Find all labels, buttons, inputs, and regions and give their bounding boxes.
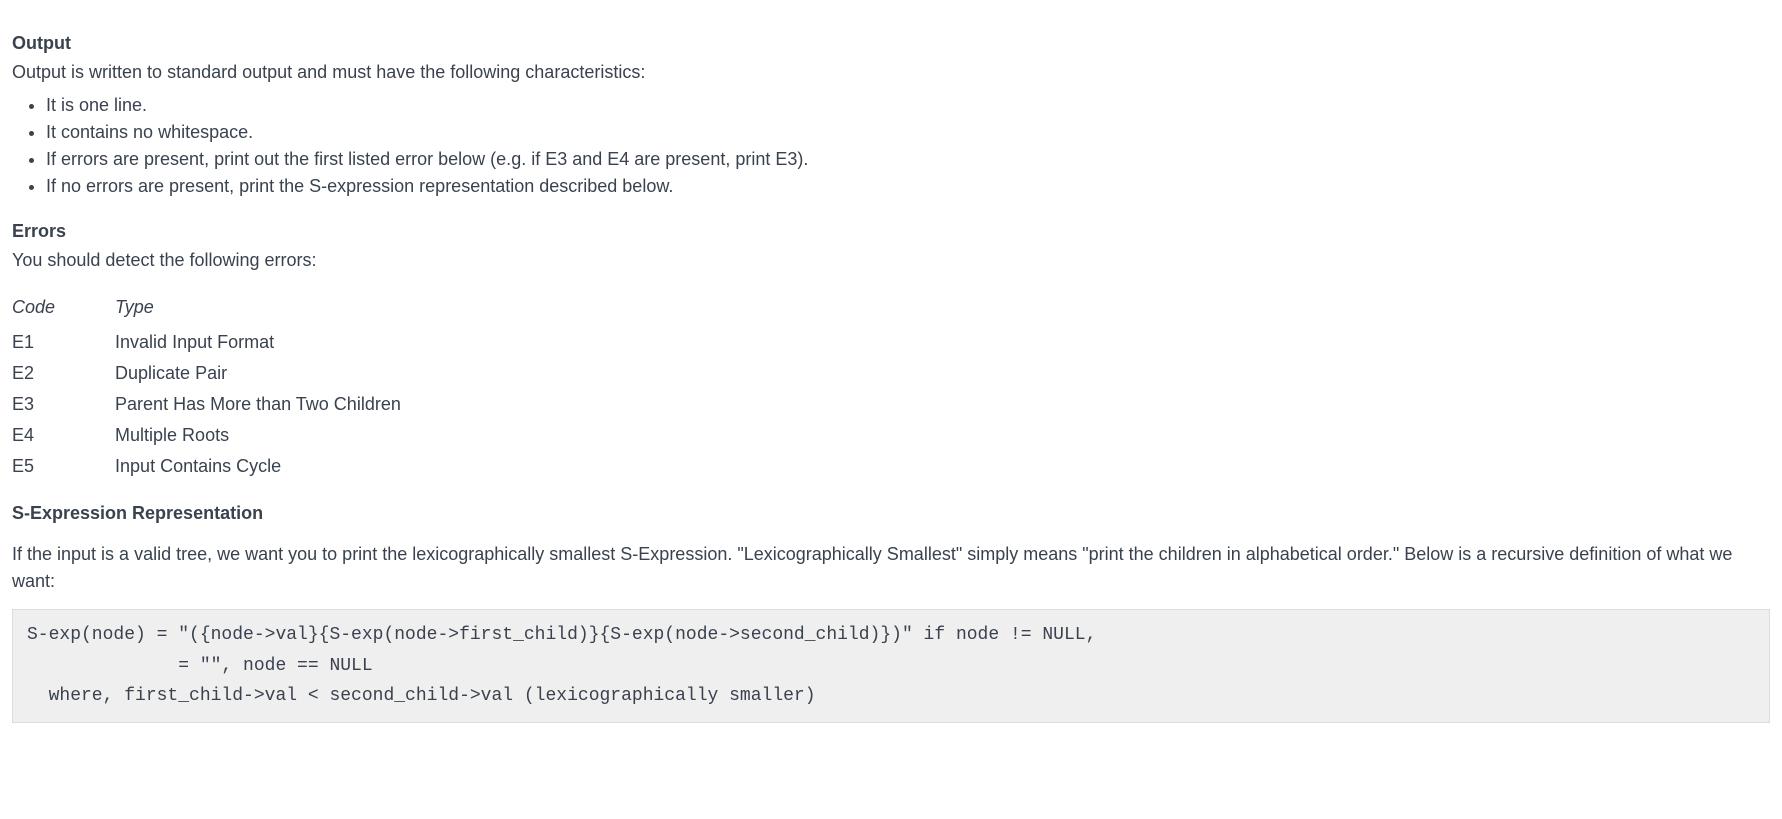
output-bullets: It is one line. It contains no whitespac… [12, 92, 1770, 200]
output-intro: Output is written to standard output and… [12, 59, 1770, 86]
table-cell-code: E4 [12, 420, 115, 451]
list-item: It is one line. [46, 92, 1770, 119]
list-item: If errors are present, print out the fir… [46, 146, 1770, 173]
table-cell-type: Parent Has More than Two Children [115, 389, 461, 420]
sexp-heading: S-Expression Representation [12, 500, 1770, 527]
table-cell-type: Input Contains Cycle [115, 451, 461, 482]
table-cell-code: E3 [12, 389, 115, 420]
sexp-code-block: S-exp(node) = "({node->val}{S-exp(node->… [12, 609, 1770, 723]
table-row: E3 Parent Has More than Two Children [12, 389, 461, 420]
table-cell-code: E2 [12, 358, 115, 389]
errors-heading: Errors [12, 218, 1770, 245]
list-item: If no errors are present, print the S-ex… [46, 173, 1770, 200]
table-header-type: Type [115, 292, 461, 327]
table-row: E1 Invalid Input Format [12, 327, 461, 358]
table-cell-code: E5 [12, 451, 115, 482]
table-cell-type: Multiple Roots [115, 420, 461, 451]
output-heading: Output [12, 30, 1770, 57]
list-item: It contains no whitespace. [46, 119, 1770, 146]
table-cell-code: E1 [12, 327, 115, 358]
table-cell-type: Duplicate Pair [115, 358, 461, 389]
errors-table: Code Type E1 Invalid Input Format E2 Dup… [12, 292, 461, 482]
table-row: E4 Multiple Roots [12, 420, 461, 451]
errors-intro: You should detect the following errors: [12, 247, 1770, 274]
sexp-para: If the input is a valid tree, we want yo… [12, 541, 1770, 595]
table-header-code: Code [12, 292, 115, 327]
table-cell-type: Invalid Input Format [115, 327, 461, 358]
table-row: E2 Duplicate Pair [12, 358, 461, 389]
table-row: E5 Input Contains Cycle [12, 451, 461, 482]
